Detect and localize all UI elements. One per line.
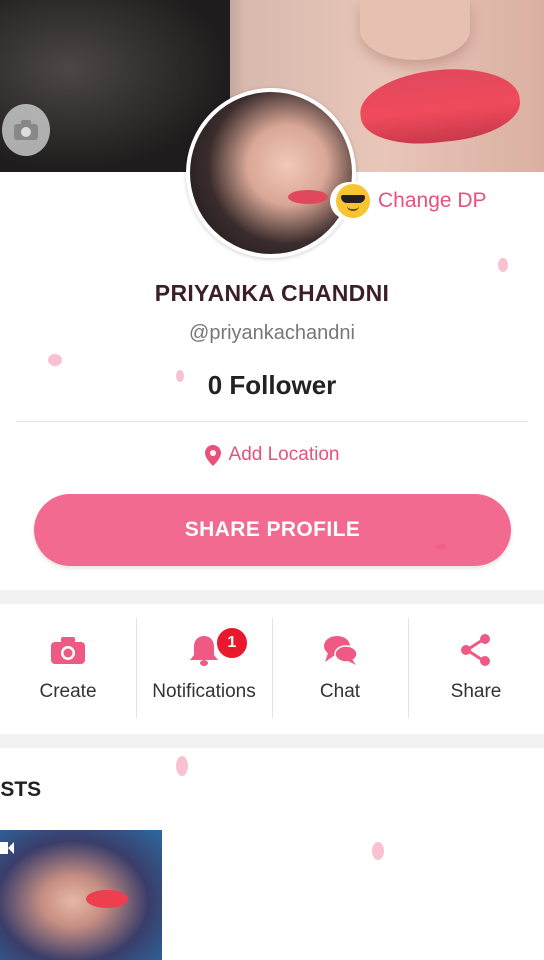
change-dp-button[interactable]: Change DP <box>330 182 501 220</box>
notifications-button[interactable]: 1 Notifications <box>136 604 272 732</box>
petal-decoration <box>372 842 384 860</box>
share-icon <box>461 634 490 666</box>
section-gap <box>0 590 544 604</box>
divider <box>16 421 528 422</box>
add-location-label: Add Location <box>228 444 340 465</box>
post-lips <box>86 890 128 908</box>
profile-name: PRIYANKA CHANDNI <box>154 280 390 306</box>
camera-icon <box>51 637 85 664</box>
post-thumbnail[interactable] <box>0 830 162 960</box>
cover-nose <box>360 0 470 60</box>
add-location-link[interactable]: Add Location <box>0 444 544 466</box>
notification-badge: 1 <box>214 626 249 660</box>
chat-button[interactable]: Chat <box>272 604 408 732</box>
share-button[interactable]: Share <box>408 604 544 732</box>
share-profile-button[interactable]: SHARE PROFILE <box>34 494 511 566</box>
sunglasses-emoji-icon <box>336 184 370 218</box>
video-icon <box>0 842 14 854</box>
chat-icon <box>324 636 358 665</box>
petal-decoration <box>436 544 446 550</box>
profile-handle: @priyankachandni <box>189 322 355 344</box>
change-dp-label: Change DP <box>378 189 487 212</box>
petal-decoration <box>176 370 184 382</box>
chat-label: Chat <box>319 681 361 702</box>
posts-heading: OSTS <box>0 778 42 801</box>
create-button[interactable]: Create <box>0 604 136 732</box>
location-pin-icon <box>204 444 221 466</box>
petal-decoration <box>498 258 508 272</box>
petal-decoration <box>48 354 62 366</box>
create-label: Create <box>39 681 97 702</box>
camera-icon <box>14 120 38 140</box>
change-cover-button[interactable] <box>2 104 50 156</box>
action-bar: Create 1 Notifications Chat Share <box>0 604 544 732</box>
cover-lips <box>356 61 524 151</box>
notifications-label: Notifications <box>152 681 256 702</box>
share-label: Share <box>450 681 502 702</box>
avatar[interactable] <box>186 88 356 258</box>
petal-decoration <box>176 756 188 776</box>
avatar-lips <box>288 190 328 204</box>
followers-count[interactable]: 0 Follower <box>0 370 544 401</box>
section-gap <box>0 734 544 748</box>
